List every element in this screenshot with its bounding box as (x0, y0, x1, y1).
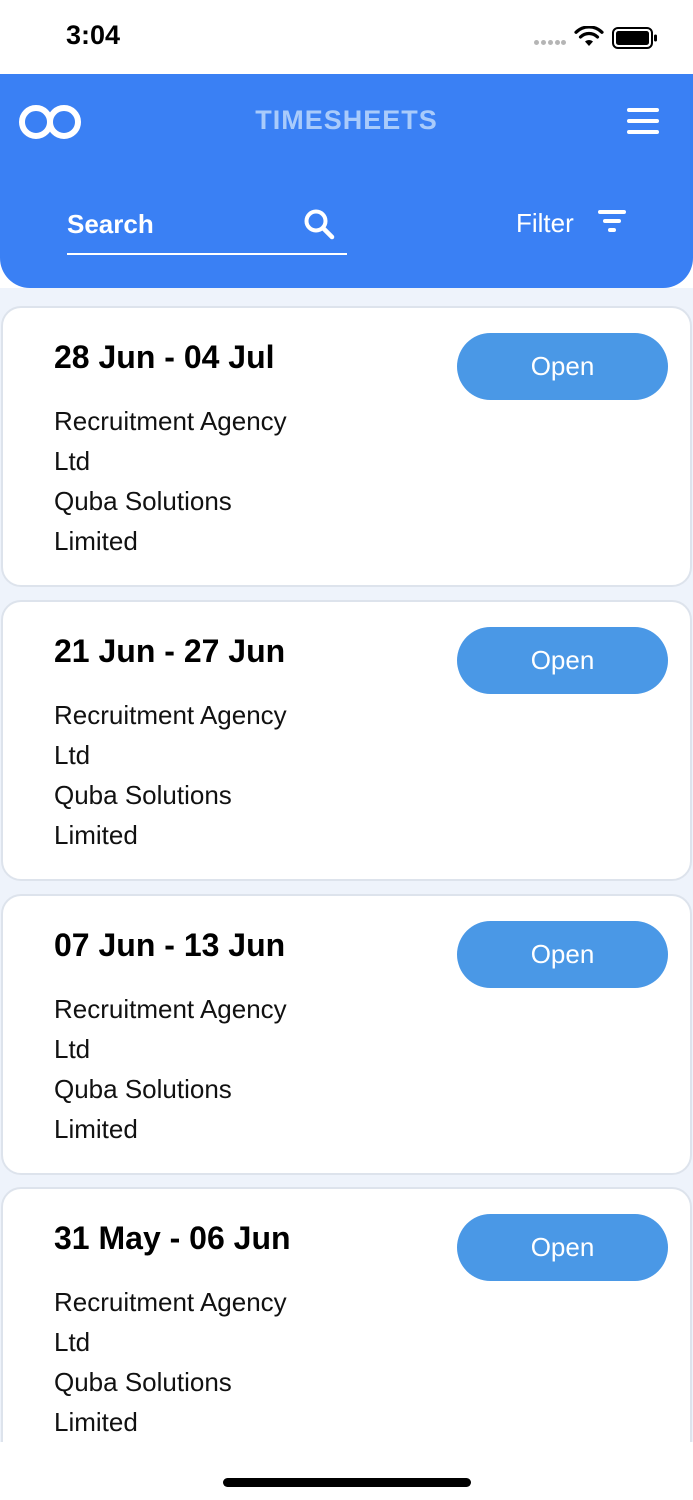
status-time: 3:04 (66, 20, 121, 50)
hamburger-menu-icon[interactable] (627, 106, 661, 136)
filter-icon (598, 210, 628, 234)
agency-name: Recruitment Agency (54, 994, 287, 1024)
search-icon[interactable] (303, 208, 335, 240)
agency-name: Recruitment Agency (54, 1287, 287, 1317)
client-name: Quba Solutions (54, 486, 232, 516)
battery-icon (612, 27, 657, 49)
timesheet-card[interactable]: 07 Jun - 13 Jun Recruitment Agency Ltd Q… (1, 894, 692, 1175)
home-indicator[interactable] (223, 1478, 471, 1487)
status-bar: 3:04 (0, 0, 693, 74)
agency-name-cont: Ltd (54, 446, 91, 476)
search-box (67, 204, 347, 255)
client-name-cont: Limited (54, 526, 138, 556)
client-name: Quba Solutions (54, 1074, 232, 1104)
wifi-icon (574, 26, 604, 46)
bottom-safe-area (0, 1442, 693, 1500)
agency-name-cont: Ltd (54, 1034, 91, 1064)
page-title: TIMESHEETS (255, 105, 438, 135)
open-button[interactable]: Open (457, 1214, 668, 1281)
filter-button[interactable]: Filter (516, 204, 636, 244)
client-name-cont: Limited (54, 1407, 138, 1437)
app-header: TIMESHEETS Filter (0, 74, 693, 288)
search-input[interactable] (67, 204, 287, 244)
date-range: 31 May - 06 Jun (54, 1220, 291, 1256)
agency-name: Recruitment Agency (54, 700, 287, 730)
client-name: Quba Solutions (54, 780, 232, 810)
cellular-signal-icon (534, 40, 566, 46)
timesheet-card[interactable]: 31 May - 06 Jun Recruitment Agency Ltd Q… (1, 1187, 692, 1442)
client-name: Quba Solutions (54, 1367, 232, 1397)
agency-name-cont: Ltd (54, 740, 91, 770)
date-range: 28 Jun - 04 Jul (54, 339, 275, 375)
timesheet-card[interactable]: 21 Jun - 27 Jun Recruitment Agency Ltd Q… (1, 600, 692, 881)
open-button[interactable]: Open (457, 921, 668, 988)
open-button[interactable]: Open (457, 627, 668, 694)
timesheet-list: 28 Jun - 04 Jul Recruitment Agency Ltd Q… (0, 288, 693, 1442)
client-name-cont: Limited (54, 820, 138, 850)
timesheet-card[interactable]: 28 Jun - 04 Jul Recruitment Agency Ltd Q… (1, 306, 692, 587)
agency-name-cont: Ltd (54, 1327, 91, 1357)
agency-name: Recruitment Agency (54, 406, 287, 436)
open-button[interactable]: Open (457, 333, 668, 400)
client-name-cont: Limited (54, 1114, 138, 1144)
filter-label: Filter (516, 208, 574, 238)
date-range: 07 Jun - 13 Jun (54, 927, 286, 963)
date-range: 21 Jun - 27 Jun (54, 633, 286, 669)
